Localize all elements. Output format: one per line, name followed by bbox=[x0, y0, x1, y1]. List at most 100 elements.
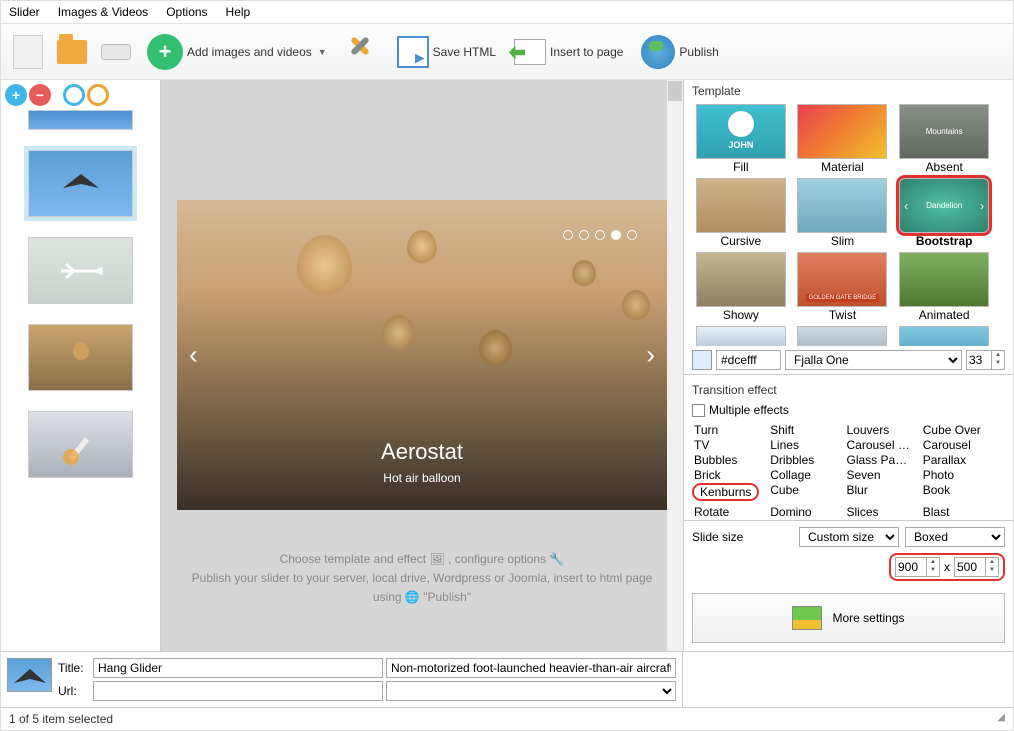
effect-item[interactable]: Book bbox=[921, 483, 989, 504]
template-animated[interactable]: Animated bbox=[895, 252, 993, 322]
multiple-effects-checkbox[interactable] bbox=[692, 404, 705, 417]
template-city[interactable]: CITYSCAPE bbox=[794, 326, 892, 346]
plus-icon: + bbox=[147, 34, 183, 70]
effect-item[interactable]: Lines bbox=[768, 438, 836, 452]
font-size-input[interactable] bbox=[966, 350, 992, 370]
effect-item[interactable]: Blur bbox=[845, 483, 913, 504]
size-mode-select[interactable]: Custom size bbox=[799, 527, 899, 547]
thumb-3[interactable] bbox=[28, 324, 133, 391]
picture-icon bbox=[792, 606, 822, 630]
color-hex-input[interactable] bbox=[716, 350, 781, 370]
effect-item[interactable]: TV bbox=[692, 438, 760, 452]
url-target-select[interactable] bbox=[386, 681, 676, 701]
effect-item[interactable]: Parallax bbox=[921, 453, 989, 467]
effect-item[interactable]: Louvers bbox=[845, 423, 913, 437]
insert-icon bbox=[514, 39, 546, 65]
insert-label: Insert to page bbox=[550, 45, 623, 59]
thumb-2[interactable] bbox=[28, 237, 133, 304]
title-input[interactable] bbox=[93, 658, 383, 678]
url-input[interactable] bbox=[93, 681, 383, 701]
effect-item[interactable]: Bubbles bbox=[692, 453, 760, 467]
pager-dots[interactable] bbox=[563, 230, 637, 240]
open-button[interactable] bbox=[53, 32, 91, 72]
menu-help[interactable]: Help bbox=[226, 5, 251, 19]
save-html-button[interactable]: Save HTML bbox=[391, 36, 502, 68]
effect-item[interactable]: Rotate bbox=[692, 505, 760, 516]
size-inputs-group: ▲▼ x ▲▼ bbox=[889, 553, 1005, 581]
next-arrow[interactable]: › bbox=[646, 340, 655, 371]
template-absent[interactable]: MountainsAbsent bbox=[895, 104, 993, 174]
add-images-button[interactable]: + Add images and videos ▼ bbox=[141, 34, 333, 70]
effect-item[interactable]: Seven bbox=[845, 468, 913, 482]
menu-images[interactable]: Images & Videos bbox=[58, 5, 149, 19]
template-grid: JOHNFill Material MountainsAbsent Cursiv… bbox=[684, 100, 1013, 346]
effect-item[interactable]: Dribbles bbox=[768, 453, 836, 467]
template-car[interactable]: CAR bbox=[895, 326, 993, 346]
effect-item[interactable]: Glass Parall... bbox=[845, 453, 913, 467]
thumb-1[interactable] bbox=[28, 150, 133, 217]
tools-icon bbox=[345, 35, 379, 69]
template-slim[interactable]: Slim bbox=[794, 178, 892, 248]
menu-slider[interactable]: Slider bbox=[9, 5, 40, 19]
width-spinner[interactable]: ▲▼ bbox=[927, 557, 940, 577]
new-doc-button[interactable] bbox=[9, 32, 47, 72]
height-input[interactable] bbox=[954, 557, 986, 577]
insert-page-button[interactable]: Insert to page bbox=[508, 39, 629, 65]
hint-text: Choose template and effect 🖼 , configure… bbox=[161, 550, 683, 608]
desc-input[interactable] bbox=[386, 658, 676, 678]
size-x-label: x bbox=[944, 560, 950, 574]
delete-slide-button[interactable]: − bbox=[29, 84, 51, 106]
thumb-0[interactable] bbox=[28, 110, 133, 130]
effect-item[interactable]: Domino bbox=[768, 505, 836, 516]
template-fill[interactable]: JOHNFill bbox=[692, 104, 790, 174]
rotate-left-button[interactable] bbox=[63, 84, 85, 106]
width-input[interactable] bbox=[895, 557, 927, 577]
resize-grip[interactable]: ◢ bbox=[997, 712, 1005, 726]
thumb-4[interactable] bbox=[28, 411, 133, 478]
effect-item[interactable]: Turn bbox=[692, 423, 760, 437]
save-html-label: Save HTML bbox=[433, 45, 496, 59]
rotate-right-button[interactable] bbox=[87, 84, 109, 106]
effect-item[interactable]: Shift bbox=[768, 423, 836, 437]
template-cursive[interactable]: Cursive bbox=[692, 178, 790, 248]
add-images-label: Add images and videos bbox=[187, 45, 312, 59]
multiple-effects-label: Multiple effects bbox=[709, 403, 789, 417]
template-showy[interactable]: Showy bbox=[692, 252, 790, 322]
status-text: 1 of 5 item selected bbox=[9, 712, 113, 726]
color-swatch[interactable] bbox=[692, 350, 712, 370]
effect-item[interactable]: Photo bbox=[921, 468, 989, 482]
effect-item[interactable]: Cube bbox=[768, 483, 836, 504]
layout-select[interactable]: Boxed bbox=[905, 527, 1005, 547]
drive-button[interactable] bbox=[97, 32, 135, 72]
template-material[interactable]: Material bbox=[794, 104, 892, 174]
effect-item[interactable]: Blast bbox=[921, 505, 989, 516]
prev-arrow[interactable]: ‹ bbox=[189, 340, 198, 371]
effects-list: Turn Shift Louvers Cube Over TV Lines Ca… bbox=[692, 421, 1005, 516]
html-icon bbox=[397, 36, 429, 68]
effect-item[interactable]: Carousel B... bbox=[845, 438, 913, 452]
font-size-spinner[interactable]: ▲▼ bbox=[992, 350, 1005, 370]
template-label: Template bbox=[684, 80, 1013, 100]
effect-item[interactable]: Slices bbox=[845, 505, 913, 516]
template-bootstrap[interactable]: Dandelion‹›Bootstrap bbox=[895, 178, 993, 248]
properties-button[interactable] bbox=[339, 35, 385, 69]
menu-options[interactable]: Options bbox=[166, 5, 207, 19]
effect-item[interactable]: Collage bbox=[768, 468, 836, 482]
add-slide-button[interactable]: + bbox=[5, 84, 27, 106]
effect-item[interactable]: Cube Over bbox=[921, 423, 989, 437]
publish-label: Publish bbox=[679, 45, 718, 59]
dropdown-icon: ▼ bbox=[318, 47, 327, 57]
title-label: Title: bbox=[58, 661, 90, 675]
center-scrollbar[interactable] bbox=[667, 80, 683, 651]
caption-title: Aerostat bbox=[381, 439, 463, 465]
publish-button[interactable]: Publish bbox=[635, 35, 724, 69]
template-snow[interactable]: snow bbox=[692, 326, 790, 346]
font-select[interactable]: Fjalla One bbox=[785, 350, 962, 370]
template-twist[interactable]: GOLDEN GATE BRIDGETwist bbox=[794, 252, 892, 322]
more-settings-button[interactable]: More settings bbox=[692, 593, 1005, 643]
effect-item[interactable]: Carousel bbox=[921, 438, 989, 452]
height-spinner[interactable]: ▲▼ bbox=[986, 557, 999, 577]
effect-item[interactable]: Brick bbox=[692, 468, 760, 482]
meta-thumbnail bbox=[7, 658, 52, 692]
effect-kenburns[interactable]: Kenburns bbox=[692, 483, 759, 501]
